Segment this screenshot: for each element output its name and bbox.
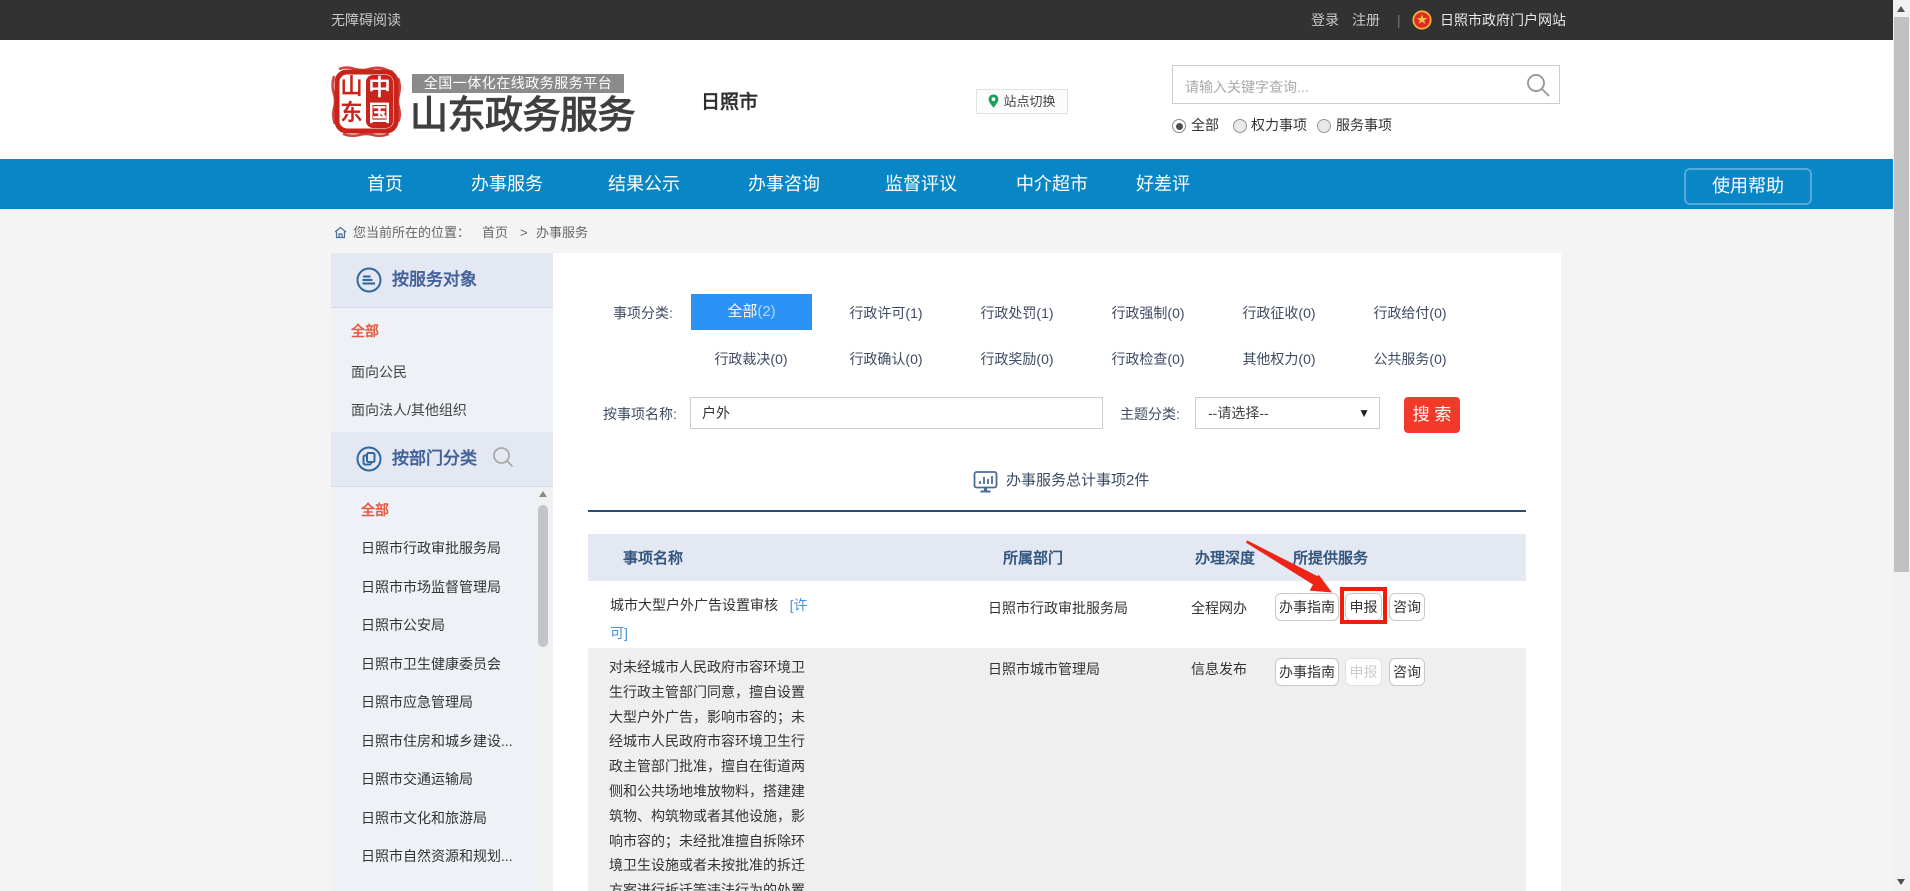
svg-text:东: 东 [340,100,362,125]
svg-text:国: 国 [368,101,390,126]
svg-text:山: 山 [340,74,362,99]
svg-text:中: 中 [368,75,390,100]
